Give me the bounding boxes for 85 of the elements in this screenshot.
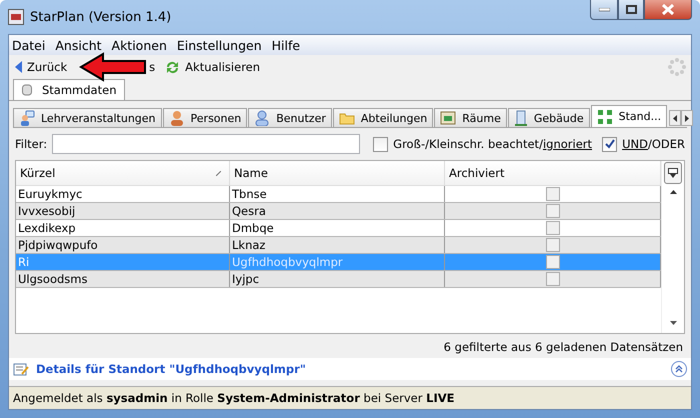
minimize-button[interactable] [590, 0, 618, 20]
folder-icon [338, 111, 355, 125]
checkbox[interactable] [602, 136, 618, 152]
close-button[interactable] [644, 0, 692, 20]
menu-item[interactable]: Aktionen [112, 38, 167, 52]
tab[interactable]: Lehrveranstaltungen [13, 108, 162, 127]
tab[interactable]: Benutzer [248, 108, 332, 127]
double-chevron-icon [675, 365, 683, 373]
check-mark-icon [604, 139, 615, 149]
table-row[interactable]: Ivvxesobij Qesra [16, 203, 661, 220]
table-cell: Euruykmyc [16, 186, 230, 202]
checkbox[interactable] [546, 272, 560, 286]
und-link[interactable]: UND [622, 137, 648, 151]
checkbox[interactable] [546, 238, 560, 252]
checkbox[interactable] [546, 187, 560, 201]
scroll-left-button[interactable] [669, 110, 682, 126]
table-cell: Tbnse [230, 186, 445, 202]
tab[interactable]: Personen [162, 108, 248, 127]
loading-spinner-icon [667, 57, 687, 77]
table-cell: Iyjpc [230, 271, 445, 287]
column-header[interactable]: Archiviert [445, 161, 661, 185]
details-title: Details für Standort "Ugfhdhoqbvyqlmpr" [36, 362, 306, 376]
right-triangle-icon [685, 114, 690, 122]
edit-form-icon [13, 362, 29, 376]
refresh-icon [165, 60, 180, 74]
oder-label: /ODER [648, 137, 685, 151]
sort-indicator-icon [216, 170, 221, 176]
table-row[interactable]: Pjdpiwqwpufo Lknaz [16, 237, 661, 254]
forward-button[interactable]: s [147, 60, 158, 74]
building-icon [514, 110, 528, 126]
menu-item[interactable]: Datei [12, 38, 46, 52]
menu-item[interactable]: Ansicht [55, 38, 102, 52]
table-cell: Ivvxesobij [16, 203, 230, 219]
table-cell: Ri [16, 254, 230, 270]
menu-item[interactable]: Hilfe [272, 38, 300, 52]
pointer-arrow-annotation [79, 52, 147, 82]
database-icon [22, 84, 32, 96]
close-icon [662, 4, 674, 15]
back-arrow-icon [15, 61, 22, 73]
table-row[interactable]: Ulgsoodsms Iyjpc [16, 271, 661, 288]
scroll-down-icon[interactable] [670, 321, 676, 325]
column-chooser-button[interactable] [664, 162, 682, 184]
window-title: StarPlan (Version 1.4) [30, 10, 172, 24]
table-cell: Lknaz [230, 237, 445, 253]
app-icon [8, 9, 24, 25]
column-chooser-icon [668, 168, 678, 178]
checkbox[interactable] [546, 204, 560, 218]
table-cell: Dmbqe [230, 220, 445, 236]
status-text: Angemeldet als sysadmin in Rolle System-Administrator bei Server LIVE [13, 391, 455, 405]
tab[interactable]: Gebäude [508, 108, 590, 127]
checkbox[interactable] [546, 255, 560, 269]
table-cell: Ulgsoodsms [16, 271, 230, 287]
tab[interactable]: Abteilungen [332, 108, 434, 127]
table-cell: Qesra [230, 203, 445, 219]
tab[interactable]: Stand... [590, 105, 668, 127]
table-cell: Pjdpiwqwpufo [16, 237, 230, 253]
maximize-icon [626, 5, 636, 14]
filter-label: Filter: [15, 137, 48, 151]
record-count: 6 gefilterte aus 6 geladenen Datensätzen [442, 339, 684, 356]
checkbox[interactable] [373, 136, 388, 152]
back-button[interactable]: Zurück [13, 60, 70, 74]
table-row[interactable]: Lexdikexp Dmbqe [16, 220, 661, 237]
menu-item[interactable]: Einstellungen [176, 38, 262, 52]
filter-input[interactable] [52, 134, 360, 154]
table-cell: Ugfhdhoqbvyqlmpr [230, 254, 445, 270]
user-icon [254, 110, 270, 126]
ignoriert-link[interactable]: ignoriert [542, 137, 592, 151]
table-cell: Lexdikexp [16, 220, 230, 236]
minimize-icon [598, 8, 610, 12]
checkbox[interactable] [546, 221, 560, 235]
refresh-button[interactable]: Aktualisieren [163, 60, 262, 74]
collapse-button[interactable] [671, 361, 687, 377]
tab[interactable]: Räume [434, 108, 507, 127]
main-tab[interactable]: Stammdaten [13, 79, 126, 100]
column-header[interactable]: Name [230, 161, 445, 185]
scroll-up-icon[interactable] [670, 190, 676, 194]
column-header[interactable]: Kürzel [16, 161, 230, 185]
room-icon [440, 111, 456, 125]
checkbox-label: Groß-/Kleinschr. beachtet/ [393, 137, 543, 151]
maximize-button[interactable] [618, 0, 644, 20]
table-row[interactable]: Euruykmyc Tbnse [16, 186, 661, 203]
person-icon [168, 110, 185, 126]
left-triangle-icon [673, 114, 678, 122]
chat-person-icon [19, 110, 35, 126]
scroll-right-button[interactable] [681, 110, 694, 126]
